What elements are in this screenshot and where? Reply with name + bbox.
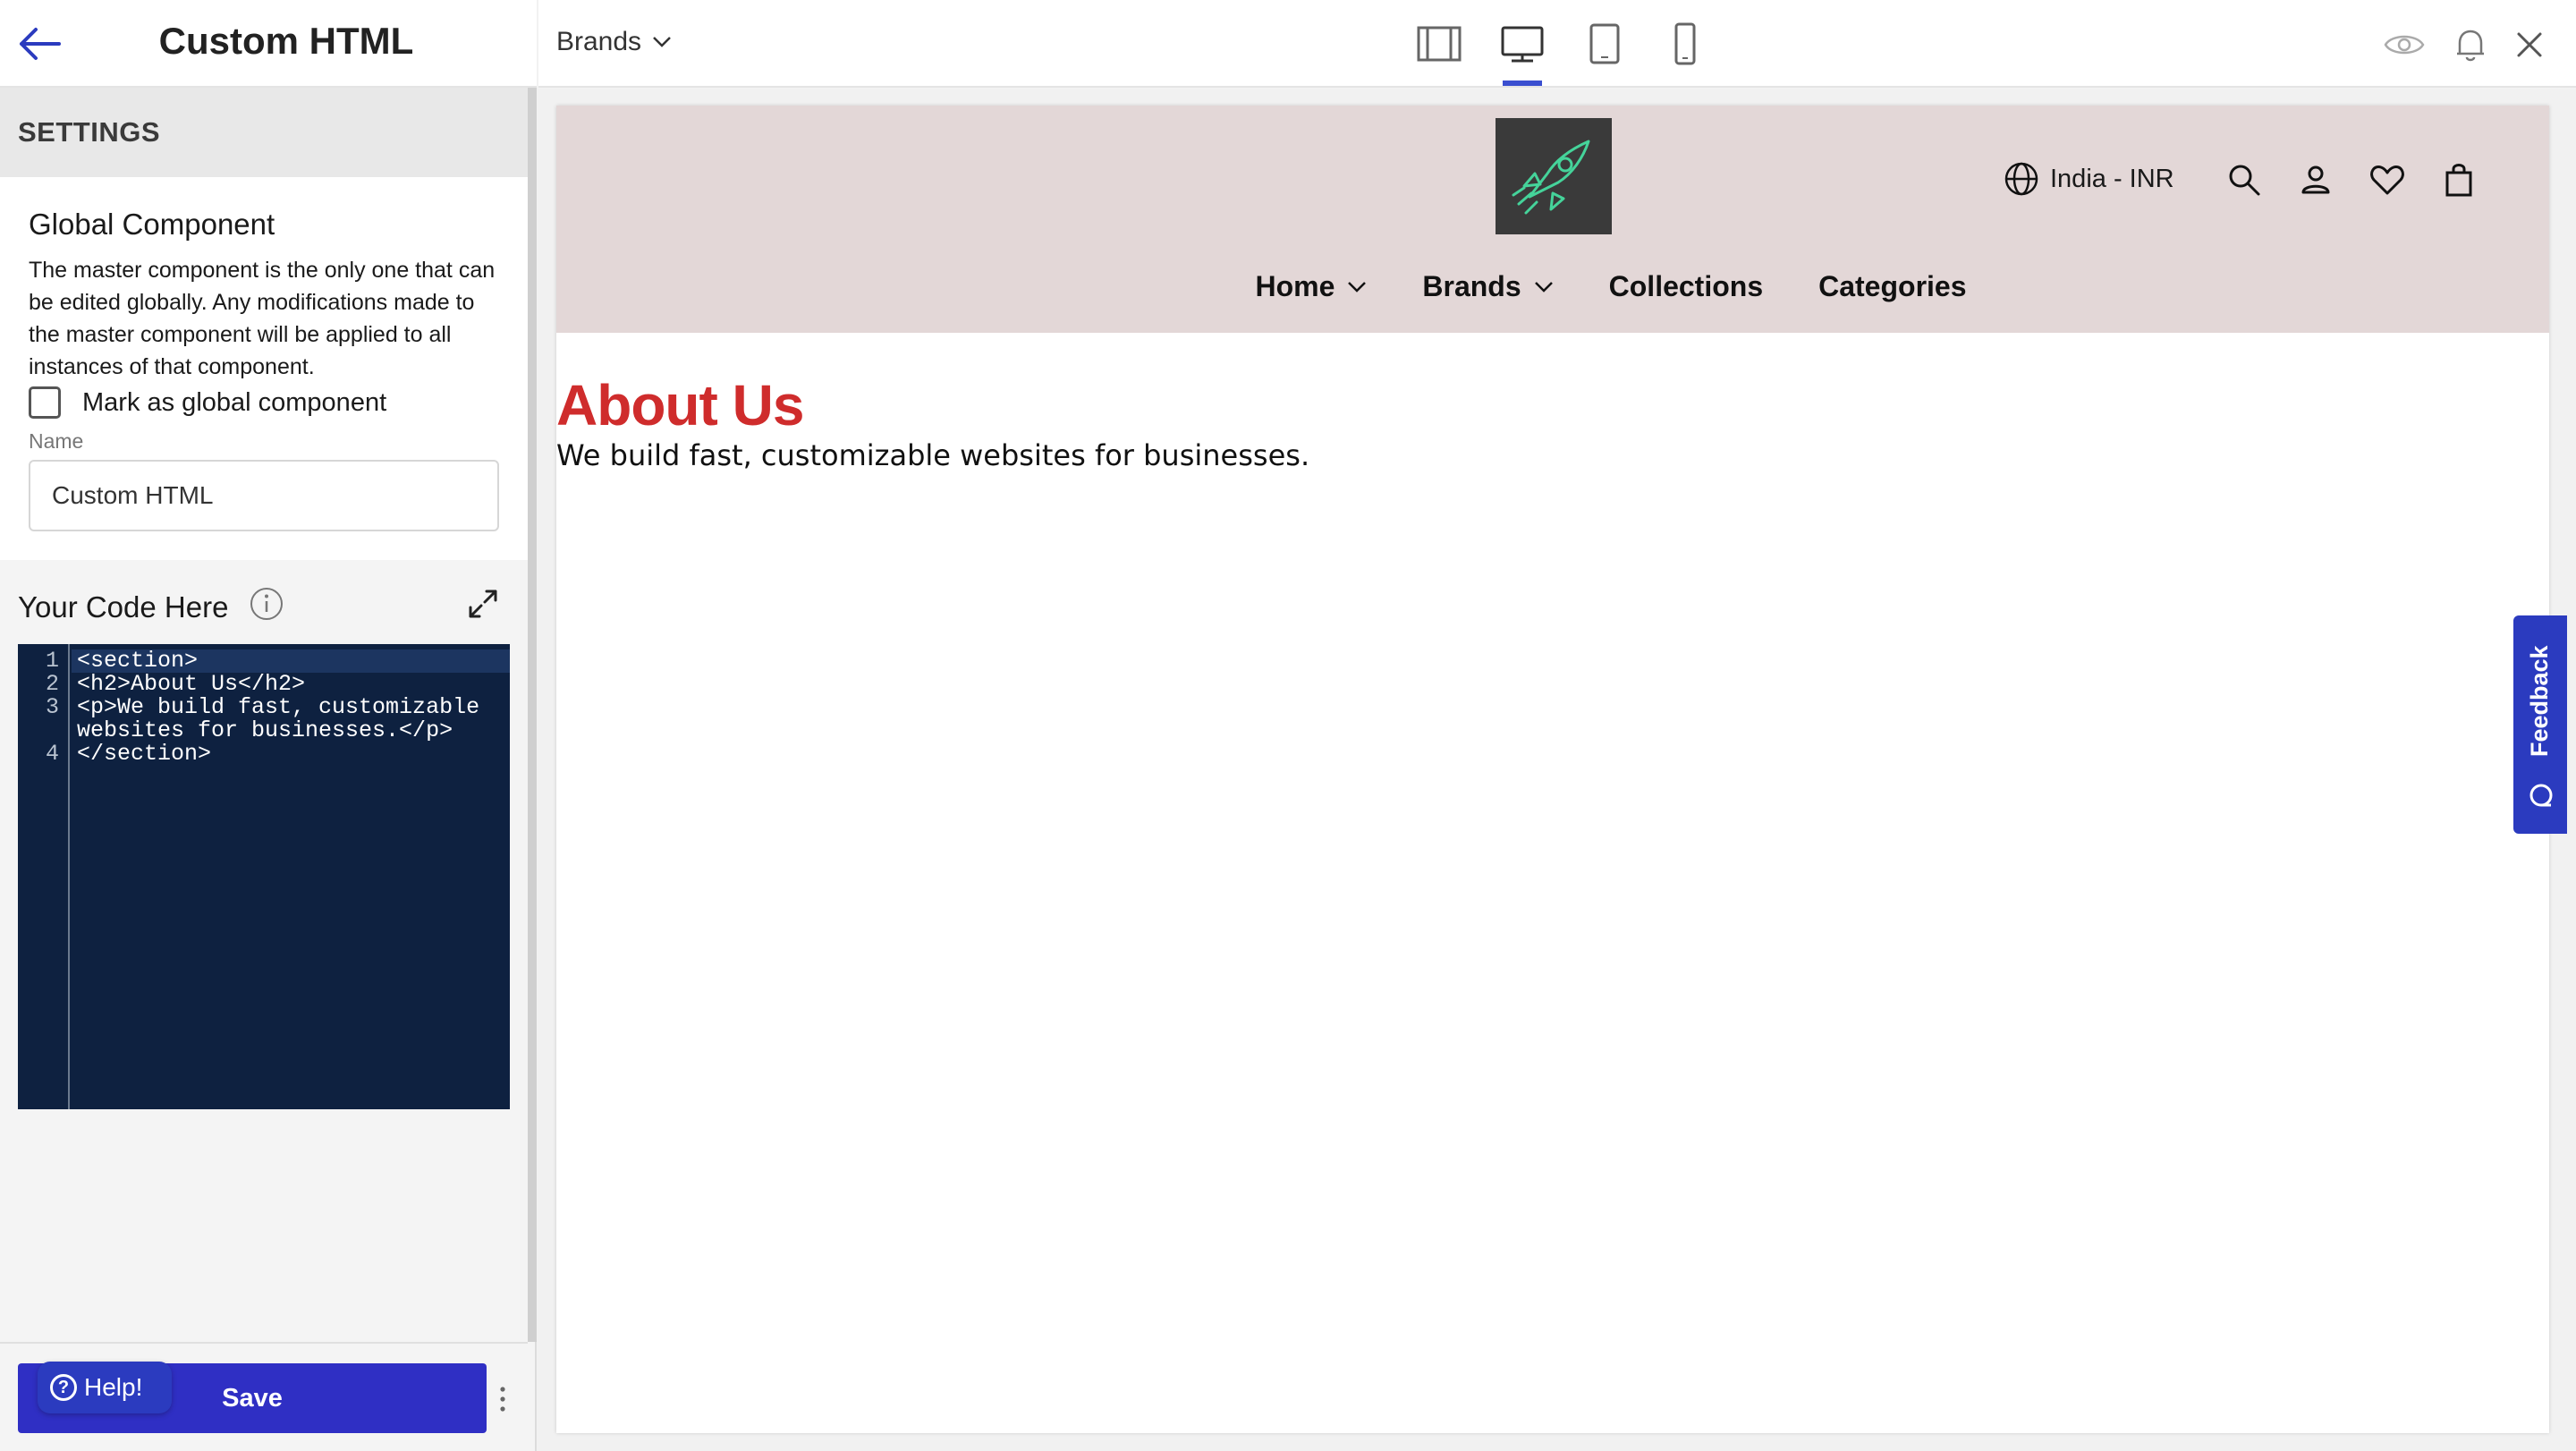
line-number: 3: [45, 694, 59, 720]
global-component-card: Global Component The master component is…: [0, 177, 528, 560]
preview-canvas: India - INR Home Brands Collections Cate…: [538, 89, 2576, 1451]
currency-label: India - INR: [2050, 164, 2174, 193]
code-section-title: Your Code Here: [18, 590, 229, 624]
global-component-checkbox[interactable]: [29, 386, 61, 419]
code-editor[interactable]: 1 <section> 2 <h2>About Us</h2> 3 <p>We build…: [18, 644, 510, 1109]
nav-label: Categories: [1818, 270, 1967, 302]
code-text[interactable]: </section>: [64, 742, 211, 766]
sidebar-footer: Save ? Help!: [0, 1342, 528, 1451]
chevron-down-icon: [653, 37, 671, 47]
back-arrow-icon[interactable]: [16, 23, 63, 64]
globe-icon: [2004, 162, 2038, 196]
global-component-title: Global Component: [29, 208, 275, 241]
help-question-icon: ?: [50, 1374, 77, 1401]
search-icon[interactable]: [2225, 161, 2263, 199]
name-field-label: Name: [29, 429, 84, 453]
close-icon[interactable]: [2508, 23, 2551, 66]
nav-label: Collections: [1608, 270, 1764, 302]
code-line[interactable]: websites for businesses.</p>: [18, 719, 479, 742]
feedback-tab[interactable]: Feedback: [2513, 615, 2567, 834]
tablet-icon[interactable]: [1580, 20, 1630, 68]
sidebar-scrollbar[interactable]: [528, 88, 537, 1342]
code-text[interactable]: websites for businesses.</p>: [64, 719, 453, 742]
heart-icon[interactable]: [2368, 161, 2406, 199]
rocket-logo-icon[interactable]: [1496, 118, 1612, 234]
sidebar-title: Custom HTML: [158, 20, 414, 62]
feedback-label: Feedback: [2526, 645, 2553, 757]
code-text[interactable]: <section>: [64, 649, 198, 673]
site-preview[interactable]: India - INR Home Brands Collections Cate…: [556, 106, 2549, 1433]
mobile-icon[interactable]: [1660, 20, 1710, 68]
code-text[interactable]: <h2>About Us</h2>: [64, 673, 305, 696]
active-device-indicator: [1503, 81, 1542, 86]
canvas-scrollbar[interactable]: [2567, 89, 2576, 1451]
settings-sidebar: Custom HTML SETTINGS Global Component Th…: [0, 0, 537, 1451]
more-options-icon[interactable]: [494, 1383, 512, 1415]
code-line[interactable]: 4 </section>: [18, 742, 479, 766]
about-paragraph[interactable]: We build fast, customizable websites for…: [556, 438, 1309, 472]
name-field[interactable]: [29, 460, 499, 531]
site-header: India - INR Home Brands Collections Cate…: [556, 106, 2549, 333]
nav-label: Home: [1255, 270, 1335, 302]
nav-item-home[interactable]: Home: [1255, 270, 1367, 303]
nav-label: Brands: [1422, 270, 1521, 302]
nav-item-brands[interactable]: Brands: [1422, 270, 1553, 303]
preview-eye-icon[interactable]: [2383, 23, 2426, 66]
settings-section-header: SETTINGS: [0, 88, 528, 177]
code-line[interactable]: 1 <section>: [18, 649, 479, 673]
page-selector[interactable]: Brands: [556, 27, 672, 57]
sidebar-layout-icon[interactable]: [1415, 20, 1465, 68]
desktop-icon[interactable]: [1497, 20, 1547, 68]
site-navigation: Home Brands Collections Categories: [556, 270, 2549, 303]
app-root: Custom HTML SETTINGS Global Component Th…: [0, 0, 2576, 1451]
currency-selector[interactable]: India - INR: [2004, 161, 2174, 197]
nav-item-categories[interactable]: Categories: [1818, 270, 1966, 303]
chevron-down-icon: [1534, 281, 1553, 293]
editor-topbar: Brands: [538, 0, 2576, 88]
global-component-description: The master component is the only one tha…: [29, 258, 496, 379]
settings-label: SETTINGS: [18, 116, 161, 148]
global-component-checkbox-label[interactable]: Mark as global component: [82, 388, 386, 418]
line-number: 2: [45, 671, 59, 697]
shopping-bag-icon[interactable]: [2440, 161, 2478, 199]
sidebar-header: Custom HTML: [0, 0, 537, 88]
help-button[interactable]: ? Help!: [38, 1362, 172, 1413]
help-label: Help!: [84, 1373, 143, 1401]
code-line[interactable]: 2 <h2>About Us</h2>: [18, 673, 479, 696]
code-line[interactable]: 3 <p>We build fast, customizable: [18, 696, 479, 719]
code-text[interactable]: <p>We build fast, customizable: [64, 696, 479, 719]
user-icon[interactable]: [2297, 161, 2334, 199]
code-content[interactable]: 1 <section> 2 <h2>About Us</h2> 3 <p>We build…: [18, 649, 479, 766]
feedback-icon: [2529, 784, 2553, 807]
bell-icon[interactable]: [2449, 23, 2492, 66]
expand-icon[interactable]: [465, 586, 501, 622]
info-icon[interactable]: [249, 586, 284, 622]
page-selector-label: Brands: [556, 27, 642, 56]
about-heading[interactable]: About Us: [556, 372, 804, 438]
line-number: [18, 719, 64, 742]
line-number: 1: [45, 648, 59, 674]
chevron-down-icon: [1348, 281, 1367, 293]
nav-item-collections[interactable]: Collections: [1609, 270, 1763, 303]
line-number: 4: [45, 741, 59, 767]
